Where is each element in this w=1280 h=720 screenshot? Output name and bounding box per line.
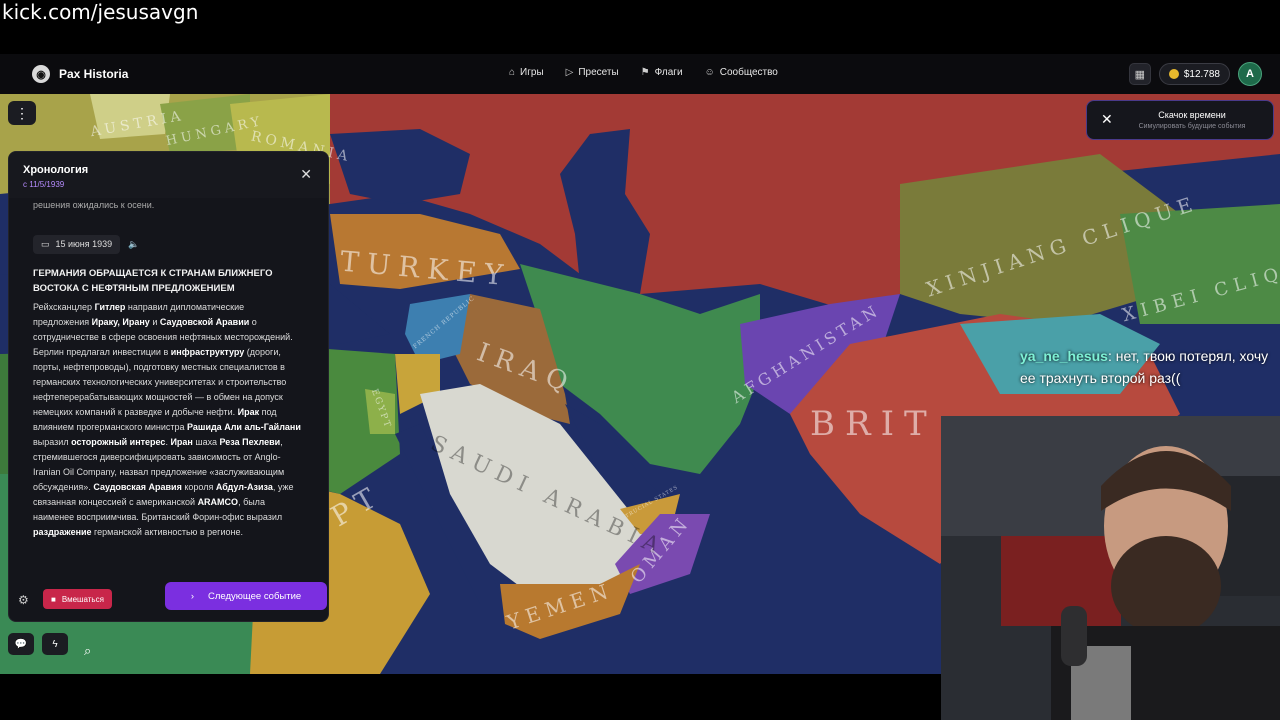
bold-run: ARAMCO bbox=[197, 497, 239, 507]
avatar[interactable]: A bbox=[1238, 62, 1262, 86]
more-vertical-icon: ⋮ bbox=[15, 104, 29, 121]
speaker-icon[interactable]: 🔈 bbox=[128, 237, 139, 252]
chevron-right-icon: › bbox=[190, 590, 194, 602]
time-jump-title: Скачок времени bbox=[1158, 110, 1226, 120]
balance-value: $12.788 bbox=[1183, 68, 1220, 80]
main-nav: ⌂ Игры ▷ Пресеты ⚑ Флаги ☺ Сообщество bbox=[509, 67, 778, 78]
bold-run: Ирак bbox=[237, 407, 260, 417]
stream-chat-message: ya_ne_hesus: нет, твою потерял, хочу ее … bbox=[1020, 345, 1278, 389]
nav-label: Сообщество bbox=[719, 67, 778, 78]
app-name: Pax Historia bbox=[59, 67, 129, 81]
bold-run: Иран bbox=[170, 437, 193, 447]
gamepad-icon: ⌂ bbox=[509, 67, 516, 78]
bold-run: Реза Пехлеви bbox=[219, 437, 281, 447]
event-date: 15 июня 1939 bbox=[55, 239, 113, 249]
time-jump-panel[interactable]: ✕ Скачок времени Симулировать будущие со… bbox=[1086, 100, 1274, 140]
next-event-button[interactable]: › Следующее событие bbox=[165, 582, 327, 610]
globe-icon: ◉ bbox=[32, 65, 50, 83]
coin-icon bbox=[1168, 69, 1179, 79]
menu-button[interactable]: ⋮ bbox=[8, 101, 36, 125]
bold-run: Саудовской Аравии bbox=[159, 317, 250, 327]
text-run: шаха bbox=[192, 437, 220, 447]
bold-run: раздражение bbox=[33, 527, 92, 537]
nav-games[interactable]: ⌂ Игры bbox=[509, 67, 544, 78]
bold-run: осторожный интерес bbox=[71, 437, 166, 447]
text-run: Рейхсканцлер bbox=[33, 302, 95, 312]
flag-icon: ⚑ bbox=[640, 67, 650, 78]
chat-icon[interactable]: 💬 bbox=[8, 633, 34, 655]
text-run: выразил bbox=[33, 437, 72, 447]
webcam-overlay bbox=[941, 416, 1280, 720]
event-date-row: ▭ 15 июня 1939 🔈 bbox=[33, 235, 301, 254]
bottom-toolbar: 💬 ϟ bbox=[8, 633, 68, 655]
balance-badge[interactable]: $12.788 bbox=[1158, 63, 1230, 85]
nav-label: Флаги bbox=[654, 67, 683, 78]
timeline-title: Хронология bbox=[23, 164, 89, 176]
stop-icon: ■ bbox=[51, 594, 56, 604]
timeline-body[interactable]: решения ожидались к осени. ▭ 15 июня 193… bbox=[33, 198, 301, 540]
people-icon: ☺ bbox=[704, 67, 715, 78]
topbar-right: ▦ $12.788 A bbox=[1128, 62, 1262, 86]
nav-community[interactable]: ☺ Сообщество bbox=[705, 67, 778, 78]
next-event-label: Следующее событие bbox=[208, 590, 302, 602]
date-chip: ▭ 15 июня 1939 bbox=[33, 235, 121, 254]
nav-label: Игры bbox=[520, 67, 544, 78]
close-icon[interactable]: ✕ bbox=[300, 166, 312, 183]
text-run: короля bbox=[181, 482, 216, 492]
previous-event-tail: решения ожидались к осени. bbox=[33, 200, 155, 210]
play-icon: ▷ bbox=[565, 67, 574, 78]
text-run: германской активностью в регионе. bbox=[91, 527, 243, 537]
timeline-since: с 11/5/1939 bbox=[23, 180, 65, 189]
stream-url: kick.com/jesusavgn bbox=[2, 0, 199, 24]
timeline-footer: ⚙ ■ Вмешаться › Следующее событие bbox=[8, 582, 327, 620]
bold-run: инфраструктуру bbox=[170, 347, 245, 357]
bold-run: Гитлер bbox=[94, 302, 126, 312]
bold-run: Абдул-Азиза bbox=[215, 482, 273, 492]
bold-run: Рашида Али аль-Гайлани bbox=[187, 422, 301, 432]
intervene-label: Вмешаться bbox=[61, 594, 104, 604]
lightning-icon[interactable]: ϟ bbox=[42, 633, 68, 655]
nav-label: Пресеты bbox=[578, 67, 619, 78]
event-title: ГЕРМАНИЯ ОБРАЩАЕТСЯ К СТРАНАМ БЛИЖНЕГО В… bbox=[33, 268, 273, 294]
bold-run: Ираку, Ирану bbox=[91, 317, 150, 327]
event-text: Рейхсканцлер Гитлер направил дипломатиче… bbox=[33, 300, 301, 540]
nav-presets[interactable]: ▷ Пресеты bbox=[566, 67, 619, 78]
chat-username: ya_ne_hesus bbox=[1020, 348, 1108, 364]
map-label-brit: BRIT bbox=[810, 404, 937, 444]
time-jump-subtitle: Симулировать будущие события bbox=[1138, 123, 1246, 130]
close-icon[interactable]: ✕ bbox=[1101, 111, 1113, 128]
grid-icon[interactable]: ▦ bbox=[1128, 63, 1151, 85]
search-icon[interactable]: ⌕ bbox=[84, 643, 91, 659]
text-run: и bbox=[149, 317, 160, 327]
logo[interactable]: ◉ Pax Historia bbox=[32, 65, 128, 83]
timeline-header: Хронология с 11/5/1939 ✕ bbox=[9, 152, 328, 198]
top-bar: ◉ Pax Historia ⌂ Игры ▷ Пресеты ⚑ Флаги … bbox=[0, 54, 1280, 95]
intervene-button[interactable]: ■ Вмешаться bbox=[43, 589, 112, 609]
timeline-panel: Хронология с 11/5/1939 ✕ решения ожидали… bbox=[8, 151, 329, 622]
streamer-image bbox=[941, 416, 1280, 720]
bold-run: Саудовская Аравия bbox=[93, 482, 182, 492]
nav-flags[interactable]: ⚑ Флаги bbox=[641, 67, 683, 78]
gear-icon[interactable]: ⚙ bbox=[18, 593, 29, 607]
calendar-icon: ▭ bbox=[41, 239, 50, 249]
